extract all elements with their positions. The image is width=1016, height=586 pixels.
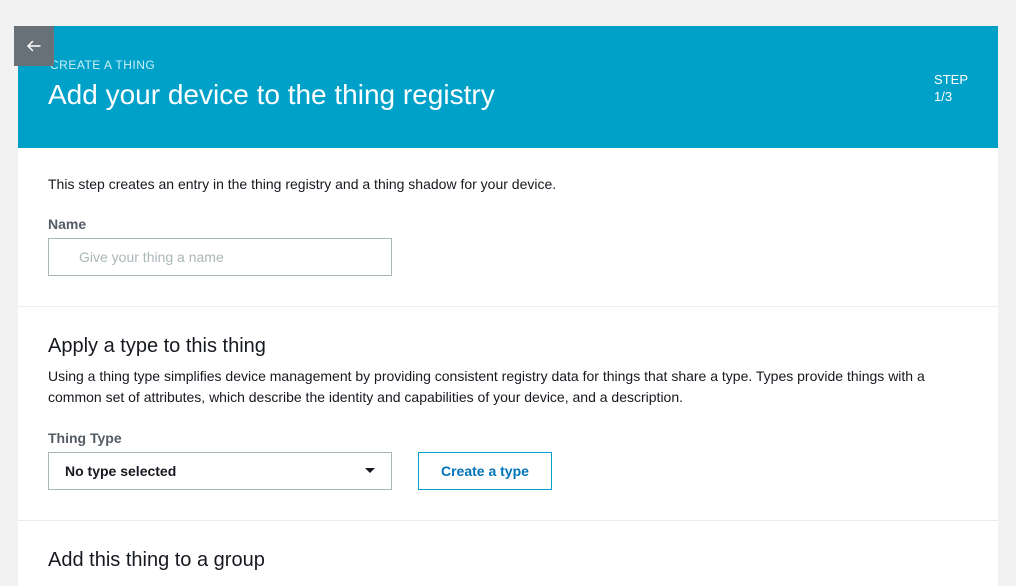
thing-name-input[interactable] xyxy=(48,238,392,276)
type-section-title: Apply a type to this thing xyxy=(48,335,968,358)
chevron-down-icon xyxy=(365,468,375,473)
name-label: Name xyxy=(48,216,968,232)
thing-type-label: Thing Type xyxy=(48,430,968,446)
group-section: Add this thing to a group xyxy=(18,521,998,586)
type-section-desc: Using a thing type simplifies device man… xyxy=(48,366,968,408)
step-value: 1/3 xyxy=(934,89,968,106)
step-indicator: STEP 1/3 xyxy=(934,72,968,112)
thing-type-select[interactable]: No type selected xyxy=(48,452,392,490)
intro-text: This step creates an entry in the thing … xyxy=(48,176,968,192)
create-type-button[interactable]: Create a type xyxy=(418,452,552,490)
arrow-left-icon xyxy=(25,37,43,55)
name-section: This step creates an entry in the thing … xyxy=(18,148,998,307)
breadcrumb: CREATE A THING xyxy=(50,58,495,72)
thing-type-selected-value: No type selected xyxy=(65,463,176,479)
create-type-label: Create a type xyxy=(441,463,529,479)
step-label: STEP xyxy=(934,72,968,89)
group-section-title: Add this thing to a group xyxy=(48,549,968,572)
type-section: Apply a type to this thing Using a thing… xyxy=(18,307,998,521)
back-button[interactable] xyxy=(14,26,54,66)
header-banner: CREATE A THING Add your device to the th… xyxy=(18,26,998,148)
page-title: Add your device to the thing registry xyxy=(48,78,495,112)
